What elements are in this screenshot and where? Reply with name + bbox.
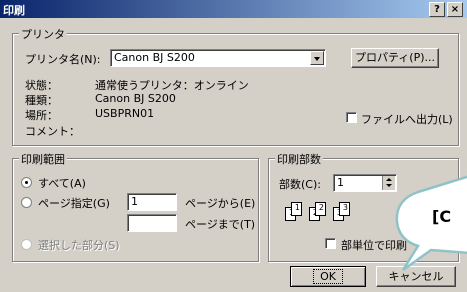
range-selection-radio[interactable] (21, 239, 32, 250)
callout-bubble (395, 175, 467, 272)
page-3-front: 3 (339, 202, 350, 216)
page-from-input[interactable]: 1 (127, 193, 177, 211)
printer-name-label: プリンタ名(N): (25, 53, 101, 66)
copies-legend: 印刷部数 (275, 151, 323, 167)
copies-value: 1 (337, 176, 344, 189)
page-1-front: 1 (291, 202, 302, 216)
ok-button-label: OK (313, 269, 343, 284)
range-all-radio[interactable] (21, 177, 32, 188)
comment-label: コメント： (25, 125, 80, 138)
range-selection-label: 選択した部分(S) (38, 239, 120, 252)
window-title: 印刷 (3, 4, 25, 17)
close-button[interactable]: × (447, 2, 463, 17)
chevron-down-icon[interactable] (310, 51, 324, 65)
status-label: 状態： (25, 79, 58, 92)
print-range-legend: 印刷範囲 (19, 151, 67, 167)
location-label: 場所： (25, 109, 58, 122)
callout-text: [C (432, 207, 452, 226)
page-to-input[interactable] (127, 214, 177, 232)
location-value: USBPRN01 (95, 107, 155, 120)
copies-label: 部数(C): (279, 178, 321, 191)
range-all-label: すべて(A) (38, 177, 86, 190)
page-2-front: 2 (315, 202, 326, 216)
title-bar: 印刷 ? × (0, 0, 467, 18)
range-pages-label: ページ指定(G) (38, 197, 110, 210)
print-to-file-checkbox[interactable] (346, 112, 357, 123)
help-button[interactable]: ? (429, 2, 445, 17)
print-dialog: 印刷 ? × プリンタ プリンタ名(N): Canon BJ S200 プロパテ… (0, 0, 467, 292)
ok-button[interactable]: OK (290, 266, 366, 287)
printer-name-select[interactable]: Canon BJ S200 (110, 49, 326, 67)
page-from-label: ページから(E) (185, 197, 256, 210)
printer-group: プリンタ プリンタ名(N): Canon BJ S200 プロパティ(P)...… (12, 26, 459, 146)
range-pages-radio[interactable] (21, 197, 32, 208)
type-value: Canon BJ S200 (95, 92, 176, 105)
collate-checkbox[interactable] (325, 238, 336, 249)
print-range-group: 印刷範囲 すべて(A) ページ指定(G) 1 ページから(E) ページまで(T)… (12, 151, 259, 262)
print-to-file-label: ファイルへ出力(L) (361, 113, 453, 126)
status-value: 通常使うプリンタ：オンライン (95, 79, 249, 92)
properties-button[interactable]: プロパティ(P)... (351, 48, 439, 68)
type-label: 種類： (25, 94, 58, 107)
printer-group-legend: プリンタ (19, 26, 67, 42)
printer-name-value: Canon BJ S200 (114, 51, 195, 64)
page-to-label: ページまで(T) (185, 218, 256, 231)
